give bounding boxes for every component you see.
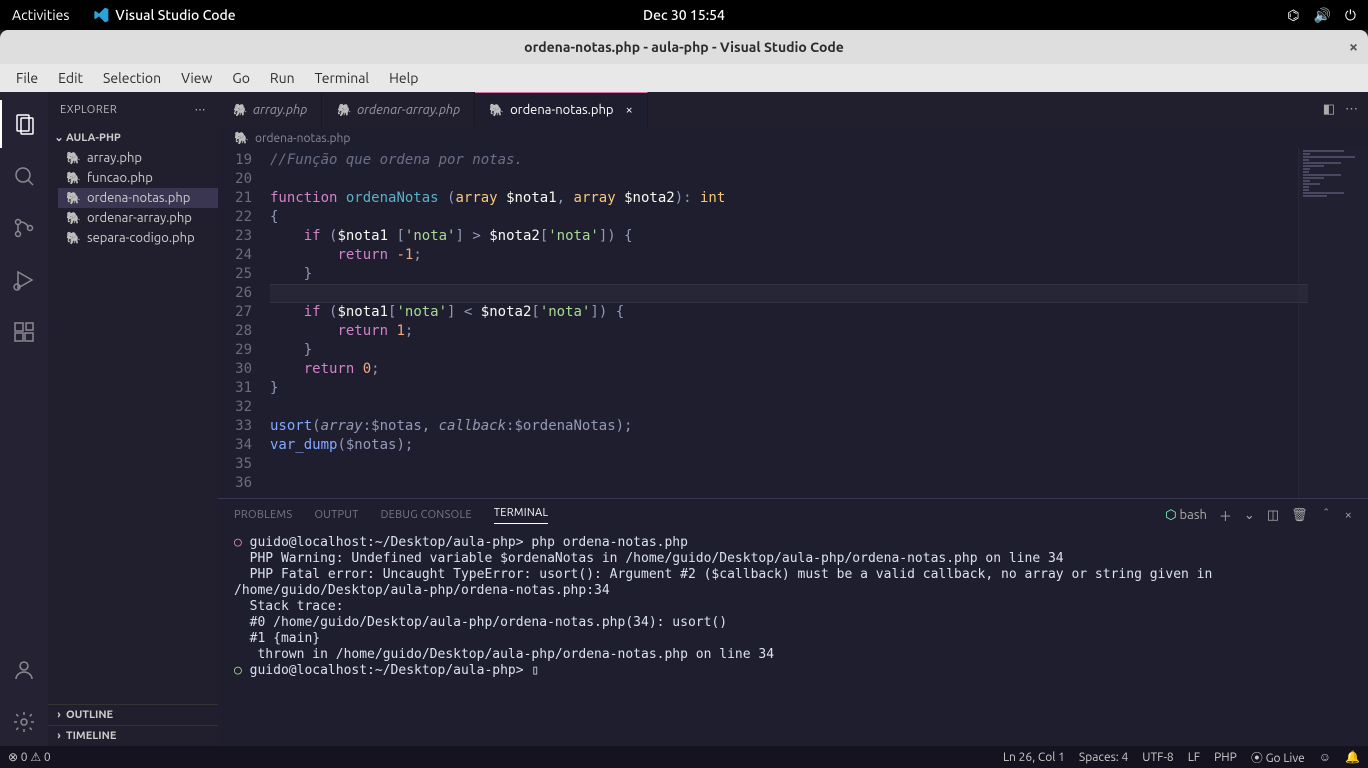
terminal-dropdown-icon[interactable]: ⌄ bbox=[1244, 508, 1255, 523]
outline-section[interactable]: ›OUTLINE bbox=[48, 704, 218, 725]
php-icon: 🐘 bbox=[66, 191, 81, 205]
status-bell-icon[interactable]: 🔔 bbox=[1345, 750, 1360, 764]
close-tab-icon[interactable]: × bbox=[626, 103, 633, 117]
status-encoding[interactable]: UTF-8 bbox=[1142, 751, 1173, 764]
source-control-icon[interactable] bbox=[0, 204, 48, 252]
shell-picker[interactable]: ⬡ bash bbox=[1165, 508, 1207, 523]
app-menu[interactable]: Visual Studio Code bbox=[93, 7, 235, 23]
extensions-icon[interactable] bbox=[0, 308, 48, 356]
editor-tabs: 🐘array.php 🐘ordenar-array.php 🐘ordena-no… bbox=[218, 92, 1368, 127]
menu-view[interactable]: View bbox=[173, 68, 220, 88]
minimap[interactable] bbox=[1298, 149, 1368, 498]
php-icon: 🐘 bbox=[336, 103, 351, 117]
activity-bar bbox=[0, 92, 48, 746]
panel-tab-debug[interactable]: DEBUG CONSOLE bbox=[381, 509, 472, 521]
accounts-icon[interactable] bbox=[0, 646, 48, 694]
maximize-panel-icon[interactable]: ＾ bbox=[1320, 506, 1333, 525]
file-item[interactable]: 🐘ordenar-array.php bbox=[58, 208, 218, 228]
kill-terminal-icon[interactable]: 🗑 bbox=[1291, 508, 1308, 523]
vscode-icon bbox=[93, 7, 109, 23]
panel-tab-problems[interactable]: PROBLEMS bbox=[234, 509, 292, 521]
php-icon: 🐘 bbox=[234, 131, 249, 145]
breadcrumb[interactable]: 🐘 ordena-notas.php bbox=[218, 127, 1368, 149]
menu-help[interactable]: Help bbox=[381, 68, 426, 88]
timeline-section[interactable]: ›TIMELINE bbox=[48, 725, 218, 746]
line-gutter: 192021222324252627282930313233343536 bbox=[218, 149, 270, 498]
status-lang[interactable]: PHP bbox=[1214, 751, 1237, 764]
chevron-right-icon: › bbox=[52, 709, 66, 721]
file-list: 🐘array.php 🐘funcao.php 🐘ordena-notas.php… bbox=[48, 148, 218, 248]
status-cursor[interactable]: Ln 26, Col 1 bbox=[1003, 751, 1065, 764]
run-debug-icon[interactable] bbox=[0, 256, 48, 304]
php-icon: 🐘 bbox=[232, 103, 247, 117]
power-icon[interactable]: ⏻ bbox=[1345, 7, 1356, 24]
new-terminal-icon[interactable]: ＋ bbox=[1219, 506, 1232, 525]
status-feedback-icon[interactable]: ☺ bbox=[1319, 750, 1331, 764]
panel-tab-terminal[interactable]: TERMINAL bbox=[494, 507, 549, 524]
activities-button[interactable]: Activities bbox=[12, 7, 69, 23]
settings-gear-icon[interactable] bbox=[0, 698, 48, 746]
explorer-more-icon[interactable]: ⋯ bbox=[195, 103, 207, 116]
bottom-panel: PROBLEMS OUTPUT DEBUG CONSOLE TERMINAL ⬡… bbox=[218, 498, 1368, 746]
php-icon: 🐘 bbox=[489, 103, 504, 117]
explorer-icon[interactable] bbox=[0, 100, 48, 148]
menu-selection[interactable]: Selection bbox=[95, 68, 169, 88]
tab[interactable]: 🐘array.php bbox=[218, 92, 322, 127]
volume-icon[interactable]: 🔊 bbox=[1313, 7, 1330, 24]
folder-header[interactable]: ⌄ AULA-PHP bbox=[48, 127, 218, 148]
code-editor[interactable]: 192021222324252627282930313233343536 //F… bbox=[218, 149, 1368, 498]
status-eol[interactable]: LF bbox=[1188, 751, 1200, 764]
terminal-output[interactable]: ○ guido@localhost:~/Desktop/aula-php> ph… bbox=[218, 531, 1368, 746]
panel-tab-output[interactable]: OUTPUT bbox=[314, 509, 358, 521]
close-window-button[interactable]: × bbox=[1349, 38, 1358, 56]
explorer-sidebar: EXPLORER ⋯ ⌄ AULA-PHP 🐘array.php 🐘funcao… bbox=[48, 92, 218, 746]
status-bar: ⊗ 0 ⚠ 0 Ln 26, Col 1 Spaces: 4 UTF-8 LF … bbox=[0, 746, 1368, 768]
clock[interactable]: Dec 30 15:54 bbox=[643, 7, 725, 23]
status-errors[interactable]: ⊗ 0 ⚠ 0 bbox=[8, 750, 51, 764]
menu-file[interactable]: File bbox=[8, 68, 46, 88]
php-icon: 🐘 bbox=[66, 171, 81, 185]
close-panel-icon[interactable]: × bbox=[1345, 508, 1352, 522]
status-golive[interactable]: ⦿ Go Live bbox=[1251, 749, 1305, 766]
php-icon: 🐘 bbox=[66, 211, 81, 225]
chevron-right-icon: › bbox=[52, 730, 66, 742]
split-editor-icon[interactable]: ◧ bbox=[1323, 102, 1335, 117]
menu-run[interactable]: Run bbox=[262, 68, 303, 88]
php-icon: 🐘 bbox=[66, 151, 81, 165]
window-titlebar: ordena-notas.php - aula-php - Visual Stu… bbox=[0, 30, 1368, 64]
more-actions-icon[interactable]: ⋯ bbox=[1345, 102, 1358, 117]
file-item[interactable]: 🐘separa-codigo.php bbox=[58, 228, 218, 248]
menu-terminal[interactable]: Terminal bbox=[307, 68, 378, 88]
menu-bar: File Edit Selection View Go Run Terminal… bbox=[0, 64, 1368, 92]
menu-go[interactable]: Go bbox=[224, 68, 257, 88]
chevron-down-icon: ⌄ bbox=[52, 131, 66, 144]
gnome-top-bar: Activities Visual Studio Code Dec 30 15:… bbox=[0, 0, 1368, 30]
explorer-title: EXPLORER bbox=[60, 104, 117, 116]
file-item[interactable]: 🐘array.php bbox=[58, 148, 218, 168]
search-icon[interactable] bbox=[0, 152, 48, 200]
tab[interactable]: 🐘ordena-notas.php× bbox=[475, 92, 648, 127]
status-spaces[interactable]: Spaces: 4 bbox=[1079, 751, 1128, 764]
window-title: ordena-notas.php - aula-php - Visual Stu… bbox=[524, 39, 844, 55]
tab[interactable]: 🐘ordenar-array.php bbox=[322, 92, 475, 127]
file-item[interactable]: 🐘ordena-notas.php bbox=[58, 188, 218, 208]
php-icon: 🐘 bbox=[66, 231, 81, 245]
split-terminal-icon[interactable]: ◫ bbox=[1267, 508, 1279, 523]
network-icon[interactable]: ⌬ bbox=[1287, 7, 1299, 24]
menu-edit[interactable]: Edit bbox=[50, 68, 91, 88]
file-item[interactable]: 🐘funcao.php bbox=[58, 168, 218, 188]
